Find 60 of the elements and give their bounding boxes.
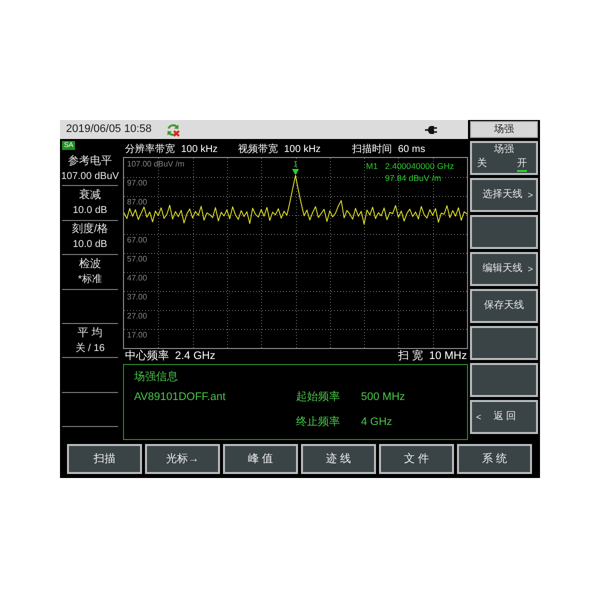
marker-frequency: 2.400040000 GHz <box>385 161 454 171</box>
setting-value: 关 / 16 <box>75 342 105 356</box>
axis-label: 107.00 dBuV /m <box>127 160 184 168</box>
info-title: 场强信息 <box>134 372 178 382</box>
menu-button[interactable]: 文 件 <box>379 444 454 474</box>
info-value: 4 GHz <box>361 416 392 428</box>
toggle-option[interactable]: 开 <box>517 158 527 172</box>
menu-button[interactable]: 迹 线 <box>301 444 376 474</box>
info-value: 500 MHz <box>361 392 406 402</box>
marker-icon <box>292 169 299 175</box>
menu-title: 场强 <box>470 121 538 138</box>
info-label: 终止频率 <box>296 416 340 428</box>
date-time: 2019/06/05 10:58 <box>66 124 152 135</box>
toggle-softkey[interactable]: 场强 关 开 <box>470 141 538 175</box>
softkey-button[interactable]: 编辑天线 > <box>470 252 538 286</box>
axis-label: 47.00 <box>127 274 148 282</box>
parameter-label: 中心频率 <box>125 350 169 362</box>
parameter-value: 60 ms <box>398 145 426 155</box>
setting-label: 平 均 <box>77 326 103 341</box>
parameter-value: 100 kHz <box>284 145 321 155</box>
setting-label: 刻度/格 <box>72 222 108 238</box>
axis-label: 57.00 <box>127 254 148 264</box>
setting-value: 107.00 dBuV <box>61 170 119 184</box>
parameter-label: 扫描时间 <box>352 145 392 155</box>
plug-icon <box>425 124 437 134</box>
axis-label: 87.00 <box>127 198 148 206</box>
parameter-label: 视频带宽 <box>238 145 278 155</box>
menu-button[interactable]: 峰 值 <box>223 444 298 474</box>
setting-value: 10.0 dB <box>72 238 108 252</box>
info-label: 起始频率 <box>296 390 340 403</box>
axis-label: 37.00 <box>127 292 148 302</box>
marker-amplitude: 97.84 dBuV /m <box>385 173 442 183</box>
parameter-label: 扫 宽 <box>398 350 424 362</box>
toggle-option[interactable]: 关 <box>477 158 487 172</box>
empty-softkey <box>470 326 538 360</box>
parameter-value: 2.4 GHz <box>175 350 216 362</box>
antenna-file-name: AV89101DOFF.ant <box>134 390 226 403</box>
softkey-button[interactable]: 选择天线 > <box>470 178 538 212</box>
parameter-label: 分辨率带宽 <box>125 145 175 155</box>
marker-number: 1 <box>293 160 298 168</box>
axis-label: 27.00 <box>127 312 148 320</box>
marker-label: M1 <box>366 161 378 171</box>
menu-button[interactable]: 系 统 <box>457 444 532 474</box>
parameter-value: 10 MHz <box>429 350 467 362</box>
axis-label: 17.00 <box>127 330 148 340</box>
parameter-value: 100 kHz <box>181 145 218 155</box>
axis-label: 97.00 <box>127 178 148 188</box>
setting-label: 衰减 <box>79 188 101 204</box>
axis-label: 67.00 <box>127 236 148 244</box>
setting-label: 参考电平 <box>68 154 112 169</box>
softkey-button[interactable]: 保存天线 <box>470 289 538 323</box>
setting-label: 检波 <box>79 256 101 272</box>
back-softkey[interactable]: < 返 回 <box>470 400 538 434</box>
setting-value: 10.0 dB <box>72 204 108 218</box>
empty-softkey <box>470 363 538 397</box>
empty-softkey <box>470 215 538 249</box>
menu-button[interactable]: 扫描 <box>67 444 142 474</box>
menu-button[interactable]: 光标→ <box>145 444 220 474</box>
refresh-error-icon <box>166 122 180 136</box>
setting-value: *标准 <box>78 272 102 287</box>
